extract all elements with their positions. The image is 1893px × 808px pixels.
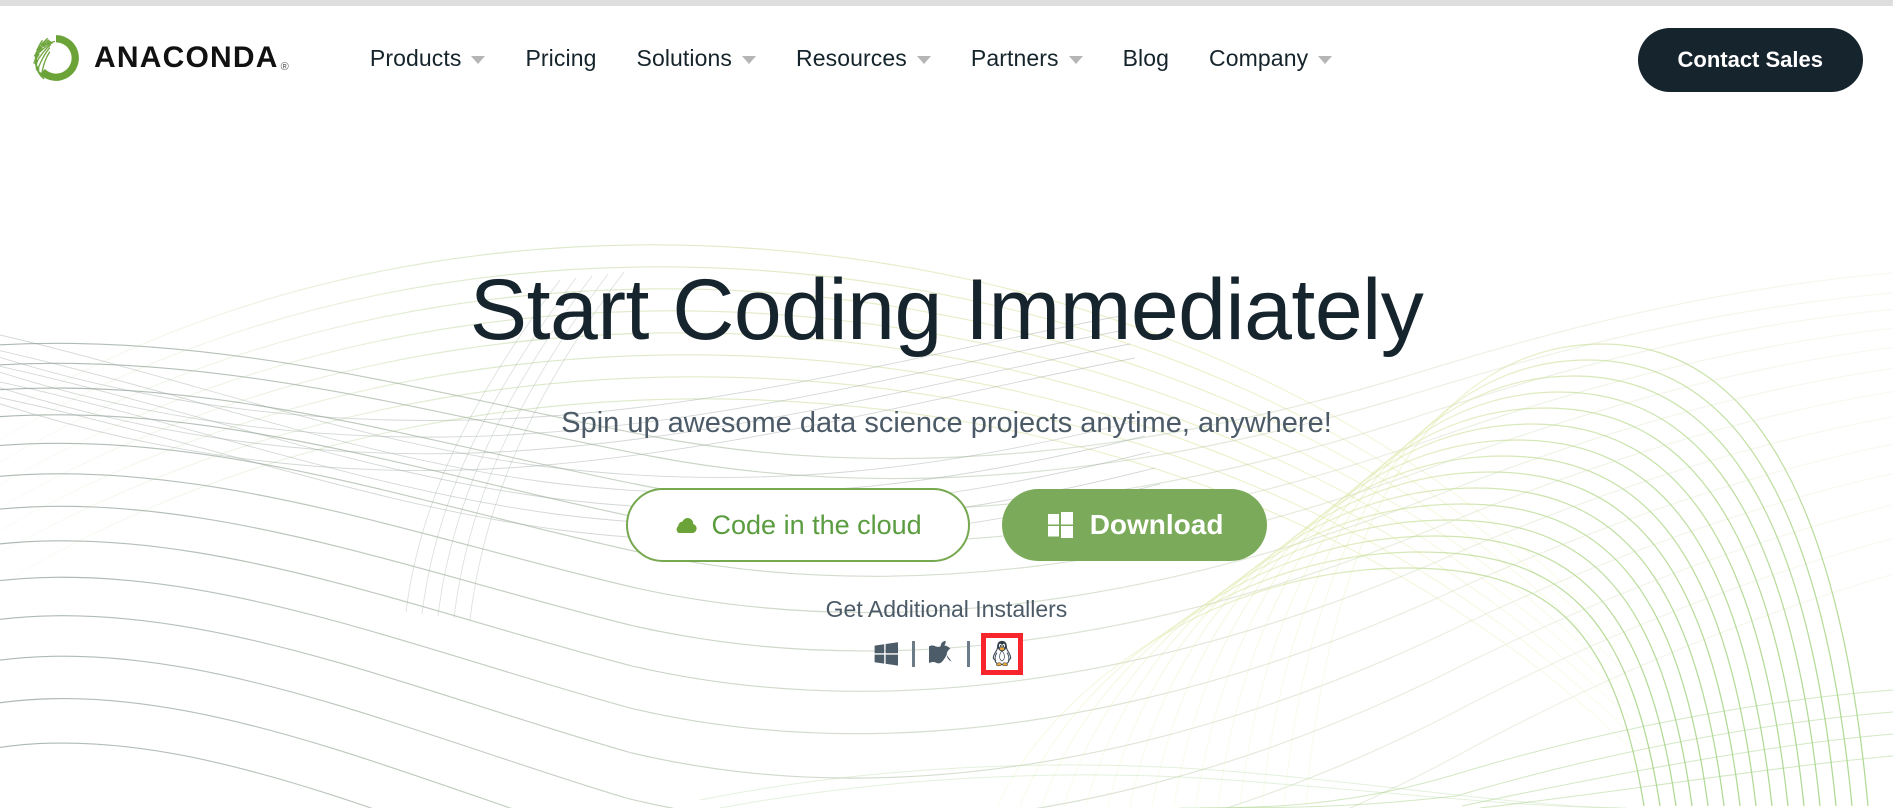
chevron-down-icon <box>742 56 757 64</box>
nav-label-products: Products <box>369 44 462 71</box>
anaconda-ring-logo-icon <box>33 35 79 81</box>
nav-item-solutions[interactable]: Solutions <box>617 28 777 88</box>
hero-subtitle: Spin up awesome data science projects an… <box>561 407 1332 440</box>
chevron-down-icon <box>1068 56 1083 64</box>
hero-cta-row: Code in the cloud Download <box>625 488 1268 563</box>
browser-top-edge <box>0 0 1893 6</box>
cloud-icon <box>674 517 698 534</box>
code-in-the-cloud-label: Code in the cloud <box>711 509 922 540</box>
nav-label-pricing: Pricing <box>525 44 597 71</box>
nav-item-blog[interactable]: Blog <box>1103 28 1189 88</box>
nav-item-pricing[interactable]: Pricing <box>505 28 616 88</box>
download-button[interactable]: Download <box>1001 489 1268 562</box>
anaconda-logo[interactable]: ANACONDA ® <box>30 29 290 87</box>
anaconda-wordmark: ANACONDA ® <box>94 43 290 73</box>
anaconda-landing-page: ANACONDA ® Products Pricing Solutions Res… <box>0 0 1893 808</box>
registered-trademark-mark: ® <box>280 61 290 73</box>
hero-section: Start Coding Immediately Spin up awesome… <box>0 110 1893 808</box>
nav-label-resources: Resources <box>796 44 907 71</box>
nav-label-blog: Blog <box>1122 44 1170 71</box>
get-additional-installers-label: Get Additional Installers <box>825 596 1068 623</box>
chevron-down-icon <box>471 56 486 64</box>
nav-label-solutions: Solutions <box>636 44 733 71</box>
apple-installer-icon[interactable] <box>924 637 958 671</box>
anaconda-wordmark-text: ANACONDA <box>94 41 279 74</box>
download-label: Download <box>1089 509 1224 541</box>
installer-separator-2 <box>966 641 970 668</box>
installer-separator-1 <box>911 641 915 668</box>
page-title: Start Coding Immediately <box>469 262 1424 358</box>
nav-label-partners: Partners <box>970 44 1059 71</box>
site-header: ANACONDA ® Products Pricing Solutions Res… <box>0 6 1893 110</box>
main-navigation: Products Pricing Solutions Resources Par… <box>350 28 1352 88</box>
code-in-the-cloud-button[interactable]: Code in the cloud <box>625 488 970 563</box>
contact-sales-button[interactable]: Contact Sales <box>1637 28 1863 92</box>
installers-icon-row <box>869 633 1025 676</box>
nav-label-company: Company <box>1209 44 1309 71</box>
windows-icon <box>1046 511 1074 539</box>
nav-item-partners[interactable]: Partners <box>951 28 1103 88</box>
windows-installer-icon[interactable] <box>869 637 903 671</box>
chevron-down-icon <box>916 56 931 64</box>
nav-item-products[interactable]: Products <box>350 28 506 88</box>
nav-item-resources[interactable]: Resources <box>776 28 951 88</box>
chevron-down-icon <box>1318 56 1333 64</box>
nav-item-company[interactable]: Company <box>1189 28 1352 88</box>
linux-installer-icon[interactable] <box>980 633 1023 676</box>
